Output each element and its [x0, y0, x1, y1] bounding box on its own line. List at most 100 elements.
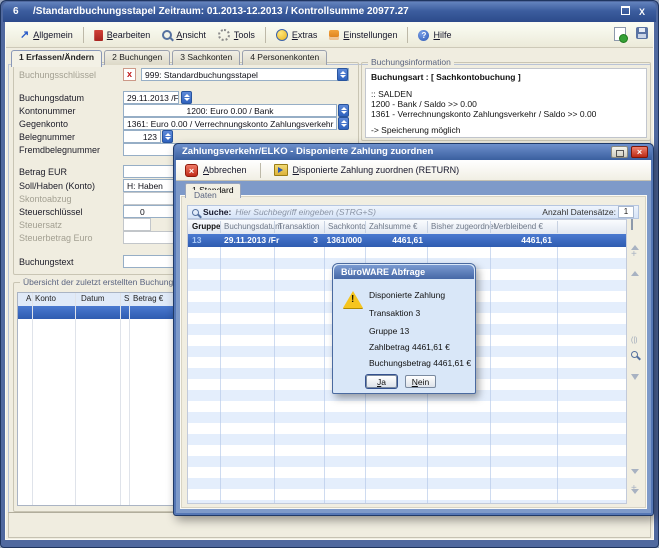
bueroware-abfrage-messagebox: BüroWARE Abfrage Disponierte Zahlung Tra…: [332, 263, 476, 394]
tab-personenkonten[interactable]: 4 Personenkonten: [242, 50, 327, 65]
speicherung-status-text: -> Speicherung möglich: [371, 125, 461, 135]
tab-buchungen[interactable]: 2 Buchungen: [104, 50, 170, 65]
filter-icon[interactable]: [631, 381, 639, 389]
menu-item-einstellungen[interactable]: Einstellungen: [323, 28, 403, 42]
tab-row: 1 Erfassen/Ändern 2 Buchungen 3 Sachkont…: [11, 50, 329, 65]
label-gegenkonto: Gegenkonto: [19, 119, 68, 129]
msg-line-5: Buchungsbetrag 4461,61 €: [369, 358, 471, 368]
label-buchungsschluessel: Buchungsschlüssel: [19, 70, 96, 80]
clear-buchungsschluessel-button[interactable]: x: [123, 68, 136, 81]
overview-col-konto[interactable]: Konto: [35, 294, 56, 303]
buchungsdatum-spinner[interactable]: [181, 91, 192, 104]
steuersatz-field: [123, 218, 151, 231]
overview-col-datum[interactable]: Datum: [81, 294, 105, 303]
main-titlebar: 6 /Standardbuchungsstapel Zeitraum: 01.2…: [3, 2, 656, 22]
table-side-toolbar: + (|) +: [629, 219, 645, 504]
col-gruppe[interactable]: Gruppe: [192, 222, 220, 231]
buchungsschluessel-spinner[interactable]: [337, 68, 348, 81]
dialog-pin-button[interactable]: [611, 146, 628, 158]
extras-icon: [276, 29, 288, 41]
menu-bar: ↗Allgemein Bearbeiten Ansicht Tools Extr…: [6, 23, 653, 48]
window-number: 6: [13, 6, 19, 17]
toolbar-right: [614, 27, 648, 41]
menu-separator: [83, 27, 84, 43]
tab-erfassen-aendern[interactable]: 1 Erfassen/Ändern: [11, 50, 102, 67]
saldo-verrechnung-text: 1361 - Verrechnungskonto Zahlungsverkehr…: [371, 109, 596, 119]
msg-line-2: Transaktion 3: [369, 308, 420, 318]
cell-buchungsdatum: 29.11.2013 /Fr: [224, 235, 279, 245]
cancel-x-icon: ×: [185, 164, 198, 177]
save-icon[interactable]: [636, 27, 648, 39]
search-bar[interactable]: Suche: Hier Suchbegriff eingeben (STRG+S…: [187, 205, 639, 219]
record-count-label: Anzahl Datensätze:: [542, 207, 616, 217]
msg-line-3: Gruppe 13: [369, 326, 409, 336]
col-bisher-zugeordnet[interactable]: Bisher zugeordnet: [431, 222, 496, 231]
main-window: 6 /Standardbuchungsstapel Zeitraum: 01.2…: [0, 0, 659, 548]
resize-columns-icon[interactable]: (|): [631, 337, 637, 345]
cell-transaktion: 3: [274, 235, 318, 245]
label-skontoabzug: Skontoabzug: [19, 194, 72, 204]
restore-icon: [621, 6, 630, 15]
scroll-to-top-icon[interactable]: [631, 237, 639, 245]
no-button[interactable]: Nein: [405, 375, 436, 388]
gear-icon: [218, 29, 230, 41]
col-sachkonto[interactable]: Sachkonto: [328, 222, 366, 231]
overview-col-a[interactable]: A: [26, 294, 31, 303]
buchungsart-text: Buchungsart : [ Sachkontobuchung ]: [371, 72, 521, 82]
arrow-up-right-icon: ↗: [20, 30, 29, 40]
record-count-value: 1: [618, 206, 634, 218]
label-fremdbelegnummer: Fremdbelegnummer: [19, 145, 100, 155]
menu-item-ansicht[interactable]: Ansicht: [156, 28, 212, 42]
search-placeholder: Hier Suchbegriff eingeben (STRG+S): [235, 207, 376, 217]
overview-col-betrag[interactable]: Betrag €: [133, 294, 163, 303]
scroll-to-bottom-icon[interactable]: [631, 495, 639, 503]
column-options-icon[interactable]: [631, 221, 633, 229]
cell-verbleibend: 4461,61: [490, 235, 552, 245]
label-kontonummer: Kontonummer: [19, 106, 76, 116]
buchungsdatum-field[interactable]: 29.11.2013 /Fr: [123, 91, 179, 104]
restore-button[interactable]: [618, 6, 632, 19]
menu-item-extras[interactable]: Extras: [270, 27, 324, 43]
scroll-down-icon[interactable]: [631, 475, 639, 483]
kontonummer-spinner[interactable]: [338, 104, 349, 117]
cell-gruppe: 13: [192, 235, 201, 245]
messagebox-titlebar: BüroWARE Abfrage: [334, 265, 474, 279]
buchungsschluessel-field[interactable]: 999: Standardbuchungsstapel: [141, 68, 349, 81]
scroll-up-icon[interactable]: [631, 263, 639, 271]
assign-payment-button[interactable]: Disponierte Zahlung zuordnen (RETURN): [270, 163, 464, 177]
cancel-button[interactable]: × Abbrechen: [181, 163, 251, 178]
payment-row-selected[interactable]: 13 29.11.2013 /Fr 3 1361/000 4461,61 446…: [188, 234, 626, 247]
belegnummer-field[interactable]: 123: [123, 130, 161, 143]
dialog-close-button[interactable]: ×: [631, 146, 648, 158]
gegenkonto-field[interactable]: 1361: Euro 0.00 / Verrechnungskonto Zahl…: [123, 117, 337, 130]
menu-item-hilfe[interactable]: ?Hilfe: [412, 28, 457, 43]
dialog-toolbar: × Abbrechen Disponierte Zahlung zuordnen…: [176, 160, 651, 181]
saldo-bank-text: 1200 - Bank / Saldo >> 0.00: [371, 99, 477, 109]
screenshot-stage: 6 /Standardbuchungsstapel Zeitraum: 01.2…: [0, 0, 659, 548]
kontonummer-field[interactable]: 1200: Euro 0.00 / Bank: [123, 104, 337, 117]
menu-item-bearbeiten[interactable]: Bearbeiten: [88, 28, 157, 43]
label-steuersatz: Steuersatz: [19, 220, 62, 230]
col-transaktion[interactable]: Transaktion: [278, 222, 320, 231]
col-zahlsumme[interactable]: Zahlsumme €: [369, 222, 417, 231]
cell-zahlsumme: 4461,61: [365, 235, 423, 245]
new-document-icon[interactable]: [614, 27, 626, 41]
tab-sachkonten[interactable]: 3 Sachkonten: [172, 50, 240, 65]
group-daten-label: Daten: [191, 190, 220, 200]
belegnummer-spinner[interactable]: [162, 130, 173, 143]
settings-icon: [329, 30, 339, 40]
menu-item-tools[interactable]: Tools: [212, 27, 261, 43]
search-label: Suche:: [203, 207, 231, 217]
col-verbleibend[interactable]: Verbleibend €: [494, 222, 543, 231]
close-button[interactable]: X: [635, 6, 649, 19]
yes-button[interactable]: Ja: [366, 375, 397, 388]
msg-line-4: Zahlbetrag 4461,61 €: [369, 342, 450, 352]
dialog-titlebar: Zahlungsverkehr/ELKO - Disponierte Zahlu…: [175, 144, 652, 160]
menu-item-allgemein[interactable]: ↗Allgemein: [14, 28, 79, 42]
label-buchungstext: Buchungstext: [19, 257, 74, 267]
add-row-icon[interactable]: +: [631, 251, 637, 259]
cell-sachkonto: 1361/000: [324, 235, 362, 245]
zoom-icon[interactable]: [631, 351, 638, 360]
gegenkonto-spinner[interactable]: [338, 117, 349, 130]
label-buchungsdatum: Buchungsdatum: [19, 93, 84, 103]
